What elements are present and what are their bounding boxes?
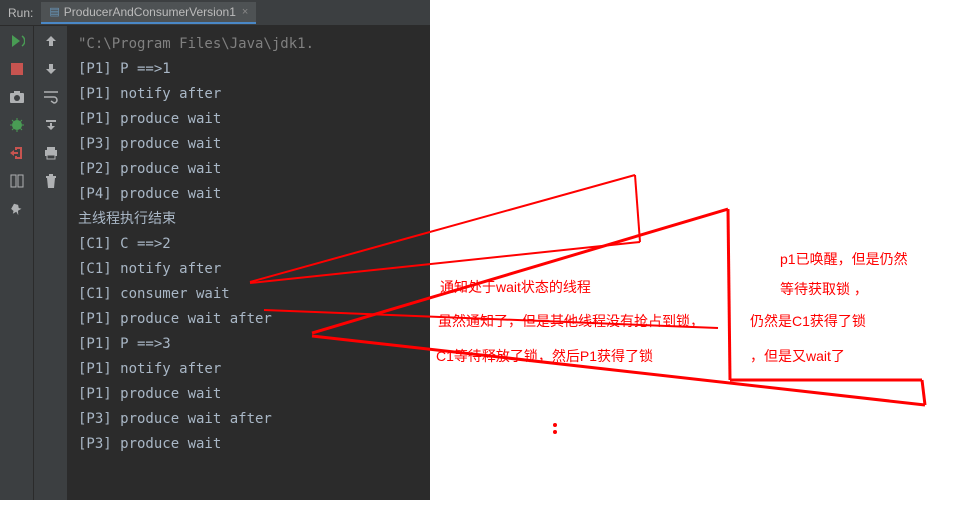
debug-icon[interactable] [8, 116, 26, 134]
camera-icon[interactable] [8, 88, 26, 106]
stop-icon[interactable] [8, 60, 26, 78]
gutter-right [34, 26, 68, 500]
close-icon[interactable]: × [242, 6, 248, 18]
print-icon[interactable] [42, 144, 60, 162]
main-area: "C:\Program Files\Java\jdk1.[P1] P ==>1[… [0, 26, 430, 500]
ide-panel: Run: ▤ ProducerAndConsumerVersion1 × [0, 0, 430, 500]
console-line: [P4] produce wait [78, 182, 420, 207]
console-line: [P3] produce wait after [78, 407, 420, 432]
console-line: [P1] P ==>1 [78, 57, 420, 82]
console-line: [C1] notify after [78, 257, 420, 282]
tab-title: ProducerAndConsumerVersion1 [64, 5, 236, 19]
console-line: [P1] produce wait [78, 107, 420, 132]
run-tab[interactable]: ▤ ProducerAndConsumerVersion1 × [41, 2, 256, 24]
console-line: [C1] consumer wait [78, 282, 420, 307]
console-line: [P1] notify after [78, 357, 420, 382]
annotation-note-1: 通知处于wait状态的线程 [440, 276, 591, 298]
exit-icon[interactable] [8, 144, 26, 162]
scroll-end-icon[interactable] [42, 116, 60, 134]
console-output[interactable]: "C:\Program Files\Java\jdk1.[P1] P ==>1[… [68, 26, 430, 500]
console-line: [P2] produce wait [78, 157, 420, 182]
console-line: [P1] produce wait after [78, 307, 420, 332]
layout-icon[interactable] [8, 172, 26, 190]
annotation-note-3: C1等待释放了锁，然后P1获得了锁 [436, 345, 653, 367]
header-bar: Run: ▤ ProducerAndConsumerVersion1 × [0, 0, 430, 26]
annotation-note-4-l1: p1已唤醒，但是仍然 [780, 248, 908, 270]
arrow-down-icon[interactable] [42, 60, 60, 78]
console-line: "C:\Program Files\Java\jdk1. [78, 32, 420, 57]
console-line: [P1] notify after [78, 82, 420, 107]
console-line: [P3] produce wait [78, 432, 420, 457]
annotation-note-4-l2: 等待获取锁 ， [780, 278, 868, 300]
console-line: 主线程执行结束 [78, 207, 420, 232]
run-config-icon: ▤ [49, 5, 59, 18]
console-line: [C1] C ==>2 [78, 232, 420, 257]
run-label: Run: [0, 6, 41, 20]
rerun-icon[interactable] [8, 32, 26, 50]
arrow-up-icon[interactable] [42, 32, 60, 50]
annotation-note-4-l4: ，但是又wait了 [750, 345, 845, 367]
console-line: [P1] produce wait [78, 382, 420, 407]
trash-icon[interactable] [42, 172, 60, 190]
annotation-note-4-l3: 仍然是C1获得了锁 [750, 310, 866, 332]
annotation-note-2: 虽然通知了，但是其他线程没有抢占到锁， [438, 310, 704, 332]
wrap-icon[interactable] [42, 88, 60, 106]
gutter-left [0, 26, 34, 500]
pin-icon[interactable] [8, 200, 26, 218]
console-line: [P1] P ==>3 [78, 332, 420, 357]
console-line: [P3] produce wait [78, 132, 420, 157]
